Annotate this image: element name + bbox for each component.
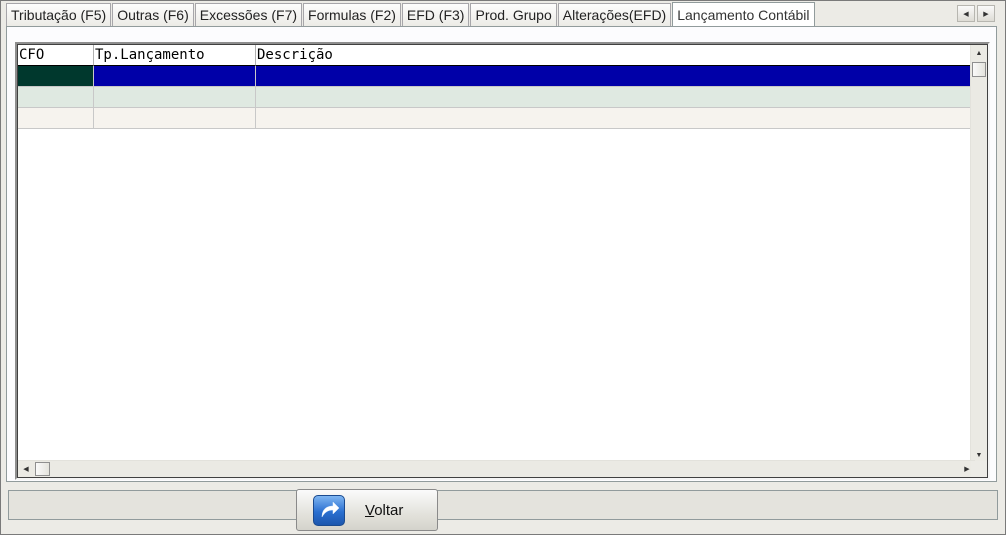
tab-tributacao[interactable]: Tributação (F5) xyxy=(6,3,112,26)
table-row-selected[interactable] xyxy=(18,66,975,87)
cell-cfo[interactable] xyxy=(18,66,94,87)
table-row[interactable] xyxy=(18,87,975,108)
column-header-descricao[interactable]: Descrição xyxy=(256,45,975,66)
tab-strip: Tributação (F5) Outras (F6) Excessões (F… xyxy=(6,2,816,27)
arrow-left-icon: ◀ xyxy=(963,10,969,18)
tab-scroll-left-button[interactable]: ◀ xyxy=(957,5,975,22)
tab-efd[interactable]: EFD (F3) xyxy=(401,3,470,26)
cell-descricao[interactable] xyxy=(256,108,975,129)
scrollbar-corner xyxy=(971,461,987,477)
column-header-tp-lancamento[interactable]: Tp.Lançamento xyxy=(94,45,256,66)
data-grid[interactable]: CFO Tp.Lançamento Descrição ▲ ▼ ◀ ▶ xyxy=(17,44,988,478)
cell-tp-lancamento[interactable] xyxy=(94,87,256,108)
cell-descricao[interactable] xyxy=(256,66,975,87)
return-arrow-icon xyxy=(313,494,345,526)
table-row[interactable] xyxy=(18,108,975,129)
tab-panel: CFO Tp.Lançamento Descrição ▲ ▼ ◀ ▶ xyxy=(6,26,997,482)
cell-cfo[interactable] xyxy=(18,108,94,129)
scroll-left-icon[interactable]: ◀ xyxy=(18,461,34,477)
grid-header-row: CFO Tp.Lançamento Descrição xyxy=(18,45,975,66)
tab-formulas[interactable]: Formulas (F2) xyxy=(303,3,401,26)
voltar-button-label: Voltar xyxy=(365,501,404,519)
tab-prod-grupo[interactable]: Prod. Grupo xyxy=(470,3,557,26)
tab-alteracoes-efd[interactable]: Alterações(EFD) xyxy=(557,3,672,26)
arrow-right-icon: ▶ xyxy=(983,10,989,18)
tab-outras[interactable]: Outras (F6) xyxy=(112,3,194,26)
vertical-scroll-thumb[interactable] xyxy=(972,62,986,77)
cell-descricao[interactable] xyxy=(256,87,975,108)
tab-excessoes[interactable]: Excessões (F7) xyxy=(194,3,303,26)
footer-bar xyxy=(8,490,998,520)
scroll-up-icon[interactable]: ▲ xyxy=(971,45,987,61)
cell-tp-lancamento[interactable] xyxy=(94,108,256,129)
grid-frame: CFO Tp.Lançamento Descrição ▲ ▼ ◀ ▶ xyxy=(15,42,990,480)
horizontal-scrollbar[interactable]: ◀ ▶ xyxy=(18,460,975,477)
cell-tp-lancamento[interactable] xyxy=(94,66,256,87)
voltar-button[interactable]: Voltar xyxy=(296,489,438,531)
column-header-cfo[interactable]: CFO xyxy=(18,45,94,66)
vertical-scrollbar[interactable]: ▲ ▼ xyxy=(970,45,987,463)
cell-cfo[interactable] xyxy=(18,87,94,108)
tab-scroll-right-button[interactable]: ▶ xyxy=(977,5,995,22)
horizontal-scroll-thumb[interactable] xyxy=(35,462,50,476)
tab-lancamento-contabil[interactable]: Lançamento Contábil xyxy=(672,2,815,26)
